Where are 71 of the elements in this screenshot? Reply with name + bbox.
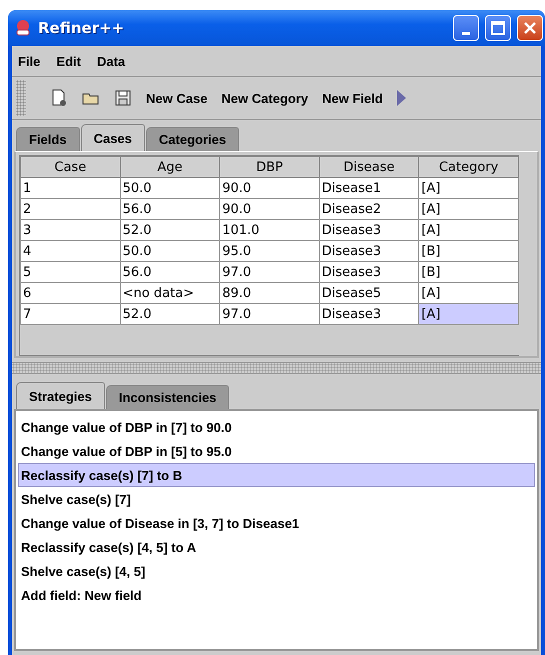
strategy-item[interactable]: Shelve case(s) [4, 5] [18, 559, 535, 583]
table-cell: 56.0 [120, 262, 220, 282]
tab[interactable]: Categories [146, 127, 240, 151]
table-cell: 97.0 [220, 304, 320, 324]
close-button[interactable] [517, 15, 543, 41]
maximize-icon [491, 21, 505, 35]
window-title: Refiner++ [38, 19, 126, 37]
maximize-button[interactable] [485, 15, 511, 41]
close-icon [523, 21, 537, 35]
table-cell: Disease1 [319, 178, 419, 198]
table-cell: 52.0 [120, 220, 220, 240]
table-cell: 56.0 [120, 198, 220, 220]
table-cell: 3 [20, 220, 120, 240]
save-icon[interactable] [114, 89, 132, 107]
strategy-item[interactable]: Change value of DBP in [7] to 90.0 [18, 415, 535, 439]
tab[interactable]: Fields [16, 127, 80, 151]
table-cell: 90.0 [220, 198, 320, 220]
tab[interactable]: Cases [80, 124, 145, 151]
column-header[interactable]: Category [418, 156, 518, 178]
column-header[interactable]: Case [20, 156, 120, 178]
table-cell: Disease3 [319, 262, 419, 282]
strategy-item[interactable]: Add field: New field [18, 583, 535, 607]
table-cell: 97.0 [220, 262, 320, 282]
toolbar-button[interactable]: New Category [221, 90, 308, 106]
table-cell: <no data> [120, 282, 220, 304]
table-cell: Disease3 [319, 304, 419, 324]
strategy-item[interactable]: Change value of Disease in [3, 7] to Disease1 [18, 511, 535, 535]
table-cell: 101.0 [220, 220, 320, 240]
table-cell: 95.0 [220, 240, 320, 262]
toolbar-button[interactable]: New Case [146, 90, 208, 106]
app-logo-icon [14, 19, 32, 37]
table-cell: 90.0 [220, 178, 320, 198]
minimize-icon [462, 32, 470, 34]
table-cell: 1 [20, 178, 120, 198]
column-header[interactable]: Disease [319, 156, 419, 178]
table-cell: [A] [418, 304, 518, 324]
table-cell: [B] [418, 262, 518, 282]
table-cell: Disease5 [319, 282, 419, 304]
table-cell: [B] [418, 240, 518, 262]
table-cell: 2 [20, 198, 120, 220]
table-cell: Disease2 [319, 198, 419, 220]
table-cell: 6 [20, 282, 120, 304]
strategy-item[interactable]: Shelve case(s) [7] [18, 487, 535, 511]
menu-item[interactable]: File [18, 54, 40, 68]
tab[interactable]: Strategies [16, 382, 105, 409]
menu-item[interactable]: Data [96, 54, 126, 68]
strategy-item[interactable]: Change value of DBP in [5] to 95.0 [18, 439, 535, 463]
table-cell: 89.0 [220, 282, 320, 304]
table-cell: Disease3 [319, 240, 419, 262]
table-cell: [A] [418, 198, 518, 220]
strategy-item[interactable]: Reclassify case(s) [4, 5] to A [18, 535, 535, 559]
table-cell: 50.0 [120, 178, 220, 198]
table-cell: 5 [20, 262, 120, 282]
table-cell: [A] [418, 220, 518, 240]
toolbar-grip[interactable] [16, 80, 26, 116]
column-header[interactable]: DBP [220, 156, 320, 178]
menu-item[interactable]: Edit [56, 54, 81, 68]
table-cell: [A] [418, 282, 518, 304]
table-cell: 50.0 [120, 240, 220, 262]
table-cell: 52.0 [120, 304, 220, 324]
tab[interactable]: Inconsistencies [106, 385, 230, 409]
table-cell: 4 [20, 240, 120, 262]
minimize-button[interactable] [453, 15, 479, 41]
column-header[interactable]: Age [120, 156, 220, 178]
toolbar-button[interactable]: New Field [322, 90, 383, 106]
overflow-arrow-icon[interactable] [396, 90, 406, 106]
new-document-icon[interactable] [50, 89, 68, 107]
table-cell: 7 [20, 304, 120, 324]
strategy-item[interactable]: Reclassify case(s) [7] to B [18, 463, 535, 487]
table-cell: Disease3 [319, 220, 419, 240]
table-cell: [A] [418, 178, 518, 198]
